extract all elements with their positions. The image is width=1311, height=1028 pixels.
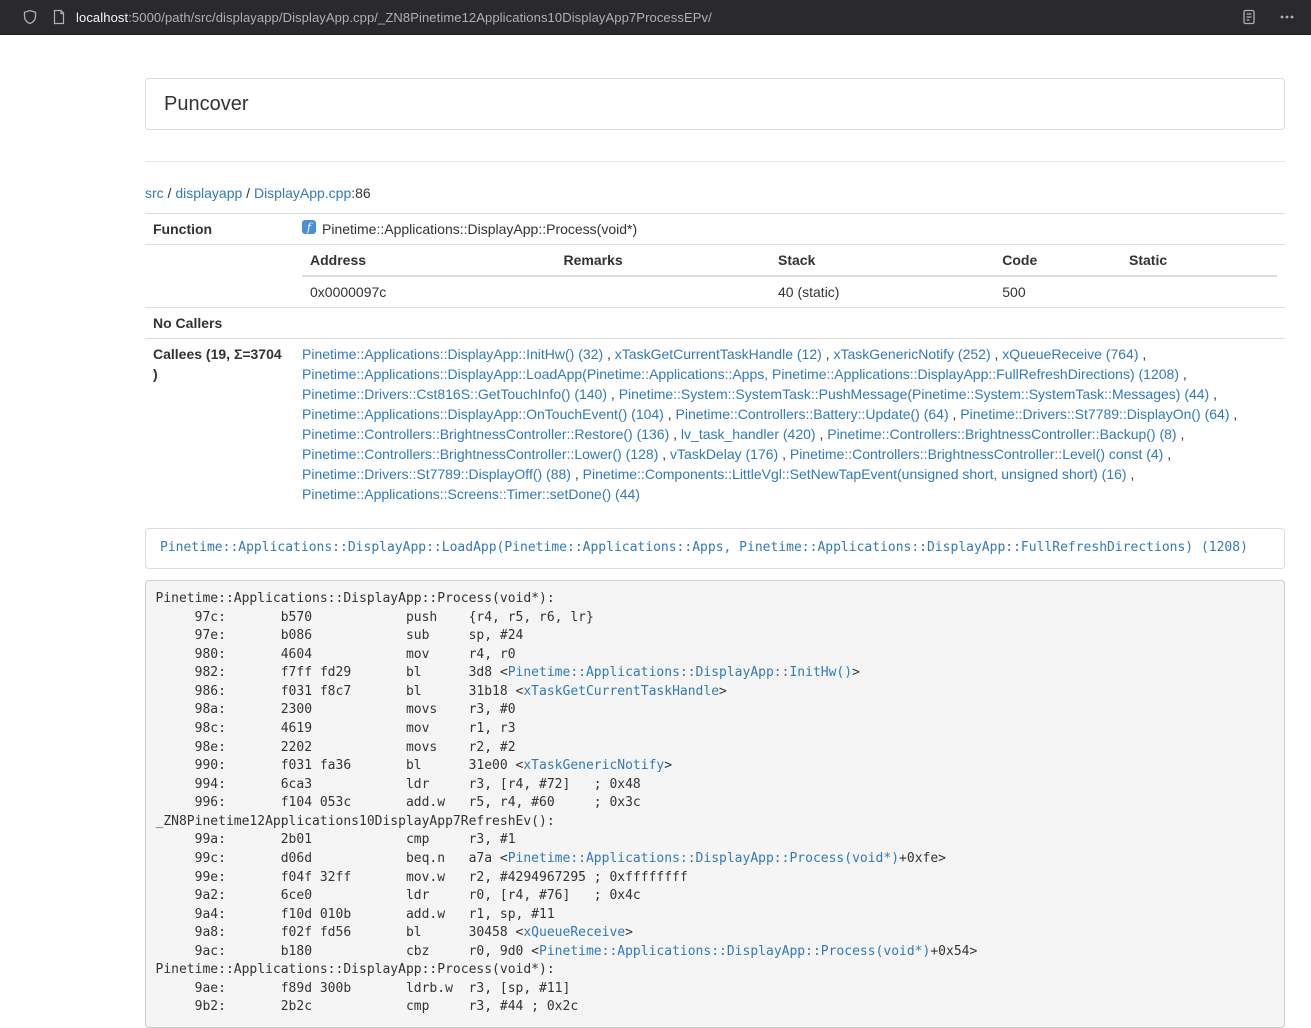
- page-title: Puncover: [164, 92, 1266, 116]
- callee-link[interactable]: Pinetime::Drivers::St7789::DisplayOn() (…: [960, 406, 1229, 422]
- metrics-row: Address Remarks Stack Code Static 0x0000…: [145, 245, 1285, 308]
- column-remarks: Remarks: [556, 245, 771, 276]
- shield-icon[interactable]: [22, 9, 38, 25]
- highlighted-callee-link[interactable]: Pinetime::Applications::DisplayApp::Load…: [160, 540, 1248, 555]
- callee-link[interactable]: Pinetime::Components::LittleVgl::SetNewT…: [583, 466, 1127, 482]
- callee-link[interactable]: Pinetime::Controllers::BrightnessControl…: [302, 446, 658, 462]
- callee-link[interactable]: Pinetime::Applications::DisplayApp::OnTo…: [302, 406, 664, 422]
- callee-link[interactable]: Pinetime::Controllers::BrightnessControl…: [827, 426, 1176, 442]
- callee-link[interactable]: Pinetime::Controllers::Battery::Update()…: [676, 406, 949, 422]
- no-callers-label: No Callers: [145, 308, 294, 339]
- callee-link[interactable]: Pinetime::Applications::Screens::Timer::…: [302, 486, 640, 502]
- app-title-panel: Puncover: [145, 78, 1285, 130]
- page-icon: [52, 9, 66, 25]
- callees-row: Callees (19, Σ=3704 ) Pinetime::Applicat…: [145, 339, 1285, 510]
- divider: [145, 161, 1285, 162]
- menu-icon[interactable]: [1279, 9, 1295, 25]
- breadcrumb-link[interactable]: src: [145, 185, 164, 201]
- callee-link[interactable]: xTaskGetCurrentTaskHandle (12): [615, 346, 822, 362]
- metrics-table: Address Remarks Stack Code Static 0x0000…: [302, 245, 1277, 307]
- column-stack: Stack: [770, 245, 994, 276]
- address-value: 0x0000097c: [302, 276, 556, 307]
- disassembly-symbol-link[interactable]: xTaskGenericNotify: [523, 758, 664, 773]
- callee-link[interactable]: xTaskGenericNotify (252): [833, 346, 990, 362]
- disassembly-symbol-link[interactable]: Pinetime::Applications::DisplayApp::Proc…: [508, 851, 899, 866]
- page-content: Puncover src / displayapp / DisplayApp.c…: [145, 78, 1285, 1028]
- code-value: 500: [994, 276, 1121, 307]
- no-callers-row: No Callers: [145, 308, 1285, 339]
- address-bar[interactable]: localhost:5000/path/src/displayapp/Displ…: [76, 10, 1231, 25]
- callee-link[interactable]: Pinetime::Drivers::St7789::DisplayOff() …: [302, 466, 571, 482]
- highlighted-callee-panel: Pinetime::Applications::DisplayApp::Load…: [145, 528, 1285, 569]
- disassembly-symbol-link[interactable]: Pinetime::Applications::DisplayApp::Init…: [508, 665, 852, 680]
- url-host: localhost: [76, 10, 128, 25]
- stack-value: 40 (static): [770, 276, 994, 307]
- callee-link[interactable]: Pinetime::System::SystemTask::PushMessag…: [619, 386, 1210, 402]
- disassembly-symbol-link[interactable]: Pinetime::Applications::DisplayApp::Proc…: [539, 944, 930, 959]
- callee-link[interactable]: Pinetime::Controllers::BrightnessControl…: [302, 426, 669, 442]
- column-static: Static: [1121, 245, 1277, 276]
- callee-link[interactable]: xQueueReceive (764): [1002, 346, 1138, 362]
- disassembly-block: Pinetime::Applications::DisplayApp::Proc…: [145, 580, 1285, 1028]
- function-icon: f: [302, 219, 316, 239]
- remarks-value: [556, 276, 771, 307]
- function-detail-table: Function f Pinetime::Applications::Displ…: [145, 213, 1285, 509]
- column-code: Code: [994, 245, 1121, 276]
- metrics-value-row: 0x0000097c 40 (static) 500: [302, 276, 1277, 307]
- disassembly-symbol-link[interactable]: xQueueReceive: [523, 925, 625, 940]
- callee-link[interactable]: Pinetime::Controllers::BrightnessControl…: [790, 446, 1163, 462]
- callee-link[interactable]: lv_task_handler (420): [681, 426, 816, 442]
- browser-toolbar: localhost:5000/path/src/displayapp/Displ…: [0, 0, 1311, 35]
- callee-link[interactable]: vTaskDelay (176): [670, 446, 778, 462]
- callees-list: Pinetime::Applications::DisplayApp::Init…: [294, 339, 1285, 510]
- disassembly-symbol-link[interactable]: xTaskGetCurrentTaskHandle: [523, 684, 719, 699]
- function-name: Pinetime::Applications::DisplayApp::Proc…: [322, 219, 637, 239]
- callee-link[interactable]: Pinetime::Drivers::Cst816S::GetTouchInfo…: [302, 386, 607, 402]
- callee-link[interactable]: Pinetime::Applications::DisplayApp::Load…: [302, 366, 1179, 382]
- metrics-header-row: Address Remarks Stack Code Static: [302, 245, 1277, 276]
- breadcrumb-link[interactable]: displayapp: [175, 185, 242, 201]
- url-path: :5000/path/src/displayapp/DisplayApp.cpp…: [128, 10, 712, 25]
- reader-mode-icon[interactable]: [1241, 9, 1257, 25]
- callee-link[interactable]: Pinetime::Applications::DisplayApp::Init…: [302, 346, 603, 362]
- callees-label: Callees (19, Σ=3704 ): [145, 339, 294, 510]
- column-address: Address: [302, 245, 556, 276]
- function-row: Function f Pinetime::Applications::Displ…: [145, 214, 1285, 245]
- breadcrumb: src / displayapp / DisplayApp.cpp:86: [145, 183, 1285, 203]
- function-label: Function: [145, 214, 294, 245]
- static-value: [1121, 276, 1277, 307]
- breadcrumb-link[interactable]: DisplayApp.cpp: [254, 185, 351, 201]
